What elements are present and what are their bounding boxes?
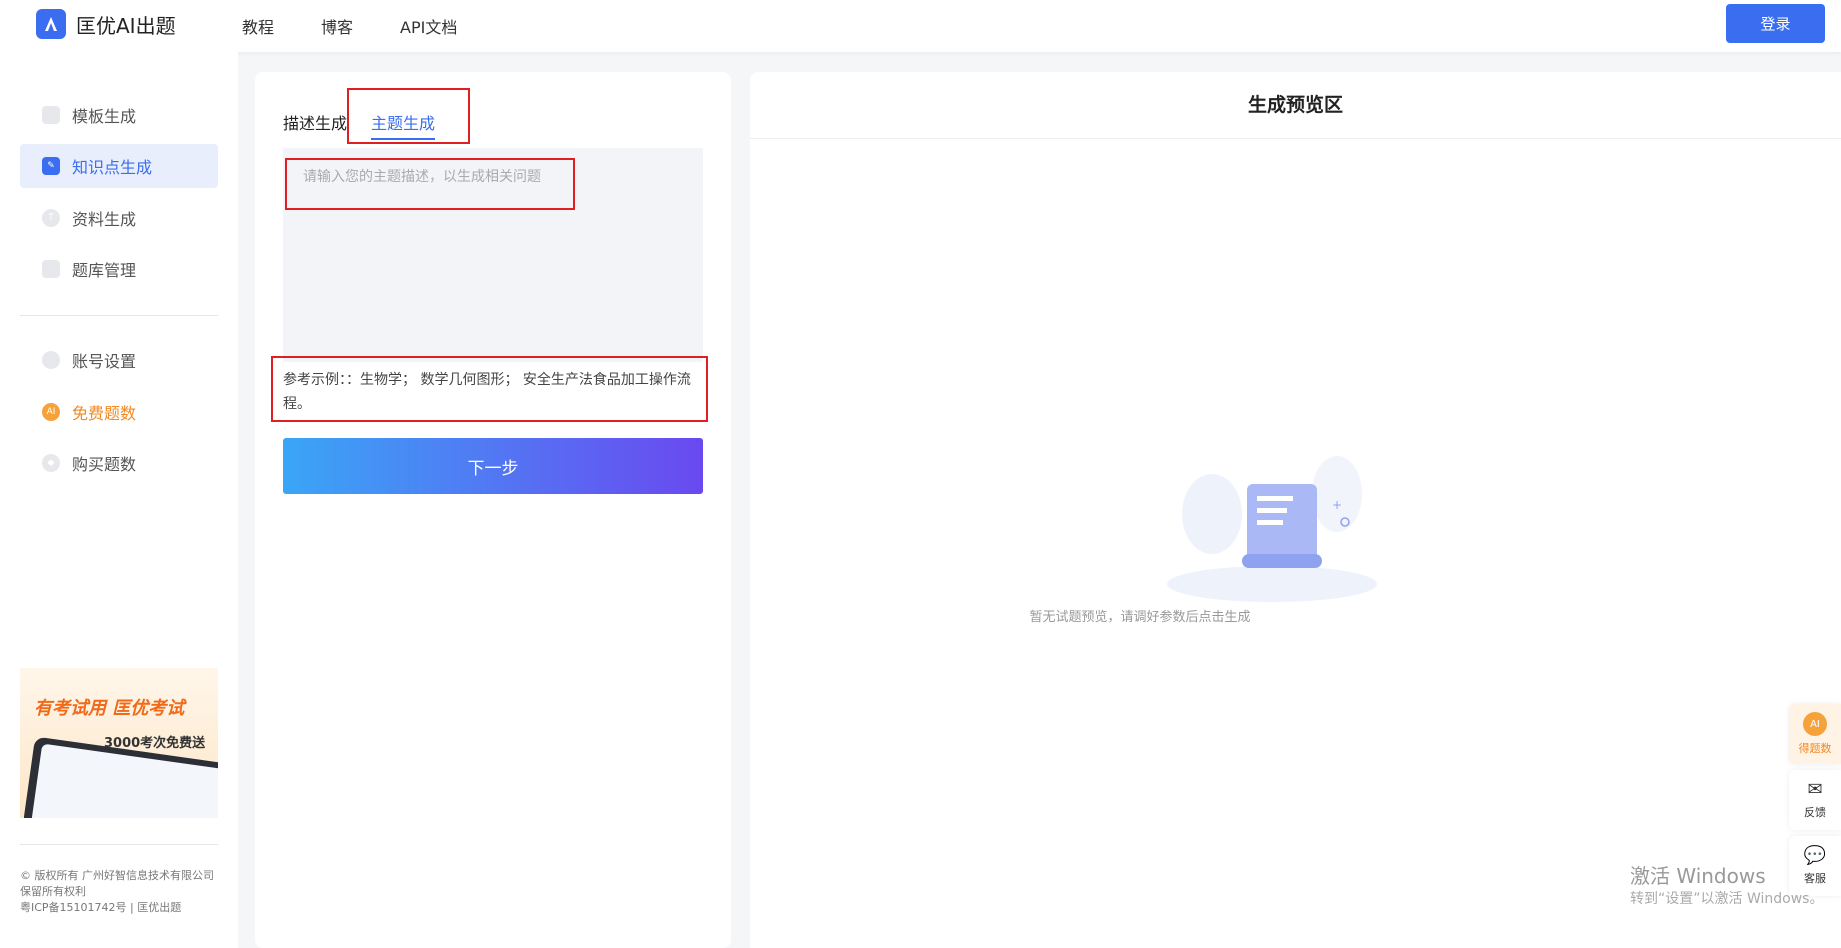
windows-watermark: 激活 Windows	[1630, 864, 1766, 888]
sidebar-item-buy-questions[interactable]: ◆ 购买题数	[20, 441, 218, 485]
promo-title: 有考试用 匡优考试	[34, 698, 185, 719]
nav-api-docs[interactable]: API文档	[400, 14, 457, 38]
preview-panel: 生成预览区 + 暂无试题预览，请调好参数后点击生成	[750, 72, 1841, 948]
svg-text:+: +	[1332, 498, 1342, 512]
sidebar-item-material[interactable]: T 资料生成	[20, 196, 218, 240]
floater-feedback[interactable]: ✉ 反馈	[1789, 770, 1841, 830]
ai-coin-icon: AI	[42, 403, 60, 421]
empty-document-icon: +	[1162, 444, 1382, 608]
sidebar-item-label: 免费题数	[72, 404, 137, 423]
sidebar-item-label: 账号设置	[72, 352, 137, 371]
sidebar-divider	[20, 315, 218, 316]
preview-divider	[750, 138, 1841, 139]
floater-ai-questions[interactable]: AI 得题数	[1789, 704, 1841, 764]
database-icon	[42, 260, 60, 278]
floater-label: 反馈	[1804, 806, 1826, 819]
windows-watermark-sub: 转到“设置”以激活 Windows。	[1630, 891, 1824, 907]
preview-title: 生成预览区	[1247, 94, 1343, 116]
floater-label: 客服	[1804, 872, 1826, 885]
example-hint: 参考示例：：生物学； 数学几何图形； 安全生产法食品加工操作流程。	[283, 372, 691, 412]
login-button[interactable]: 登录	[1726, 4, 1825, 43]
sidebar: 模板生成 ✎ 知识点生成 T 资料生成 题库管理 账号设置 AI 免费题数 ◆ …	[0, 52, 238, 948]
sidebar-item-free-questions[interactable]: AI 免费题数	[20, 390, 218, 434]
sidebar-item-knowledge[interactable]: ✎ 知识点生成	[20, 144, 218, 188]
sidebar-item-template[interactable]: 模板生成	[20, 93, 218, 137]
template-icon	[42, 106, 60, 124]
promo-banner[interactable]: 有考试用 匡优考试 3000考次免费送	[20, 668, 218, 818]
tab-description[interactable]: 描述生成	[283, 110, 347, 140]
sidebar-item-question-bank[interactable]: 题库管理	[20, 247, 218, 291]
footer-copyright: © 版权所有 广州好智信息技术有限公司 保留所有权利 粤ICP备15101742…	[20, 868, 220, 916]
sidebar-item-label: 知识点生成	[72, 158, 153, 177]
sidebar-item-label: 购买题数	[72, 455, 137, 474]
nav-tutorial[interactable]: 教程	[242, 14, 274, 38]
icp-line[interactable]: 粤ICP备15101742号 | 匡优出题	[20, 900, 220, 916]
floater-customer-service[interactable]: 💬 客服	[1789, 836, 1841, 896]
user-icon	[42, 351, 60, 369]
sidebar-item-label: 资料生成	[72, 210, 137, 229]
chat-icon: 💬	[1803, 845, 1827, 866]
tab-topic[interactable]: 主题生成	[371, 110, 436, 140]
floater-label: 得题数	[1798, 742, 1832, 755]
sidebar-divider	[20, 844, 218, 845]
form-panel: 描述生成 主题生成 参考示例：：生物学； 数学几何图形； 安全生产法食品加工操作…	[255, 72, 731, 948]
nav-blog[interactable]: 博客	[321, 14, 353, 38]
sidebar-item-account[interactable]: 账号设置	[20, 338, 218, 382]
brand[interactable]: 匡优AI出题	[36, 9, 176, 39]
topic-input[interactable]	[283, 148, 703, 362]
rights-line: 保留所有权利	[20, 885, 86, 898]
diamond-icon: ◆	[42, 454, 60, 472]
brand-name: 匡优AI出题	[76, 13, 176, 38]
mail-icon: ✉	[1807, 779, 1823, 800]
sidebar-item-label: 题库管理	[72, 261, 137, 280]
sidebar-item-label: 模板生成	[72, 107, 137, 126]
empty-preview-text: 暂无试题预览，请调好参数后点击生成	[1029, 610, 1251, 625]
generation-tabs: 描述生成 主题生成	[283, 110, 459, 140]
ai-badge-icon: AI	[1803, 712, 1827, 736]
brand-logo-icon	[36, 9, 66, 39]
next-step-button[interactable]: 下一步	[283, 438, 703, 494]
top-header: 匡优AI出题 教程 博客 API文档 登录	[0, 0, 1841, 52]
document-icon: T	[42, 209, 60, 227]
copyright-line: © 版权所有 广州好智信息技术有限公司	[20, 869, 214, 882]
edit-icon: ✎	[42, 157, 60, 175]
top-nav: 教程 博客 API文档	[242, 14, 504, 38]
